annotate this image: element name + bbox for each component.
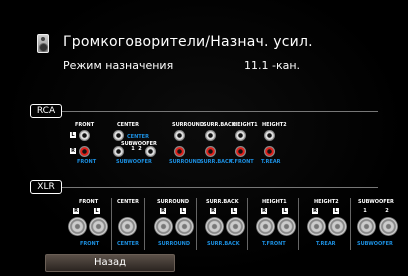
rca-divider <box>62 111 378 112</box>
xlr-divider <box>62 187 378 188</box>
rca-header-surrback: SURR.BACK <box>203 122 236 128</box>
xlr-label-surrback: SURR.BACK <box>207 241 240 247</box>
page-title: Громкоговорители/Назнач. усил. <box>63 34 313 50</box>
xlr-header-height1: HEIGHT1 <box>262 199 287 205</box>
rca-subwoofer2-jack <box>145 146 156 157</box>
rca-label-trear: T.REAR <box>261 159 281 165</box>
xlr-front-l-badge: L <box>94 208 100 214</box>
rca-header-height2: HEIGHT2 <box>262 122 287 128</box>
xlr-front-r-badge: R <box>73 208 79 214</box>
xlr-height2-r-badge: R <box>312 208 318 214</box>
rca-surround-r-jack <box>174 146 185 157</box>
xlr-height1-r-badge: R <box>261 208 267 214</box>
xlr-height1-r-jack <box>256 217 275 236</box>
xlr-header-surrback: SURR.BACK <box>206 199 239 205</box>
rca-front-l-jack <box>79 130 90 141</box>
xlr-height2-r-jack <box>307 217 326 236</box>
speaker-icon <box>37 34 49 53</box>
xlr-subwoofer2-jack <box>379 217 398 236</box>
xlr-surround-r-jack <box>154 217 173 236</box>
rca-header-center: CENTER <box>117 122 139 128</box>
rca-sw2-badge: 2 <box>138 146 142 152</box>
xlr-subwoofer1-jack <box>357 217 376 236</box>
rca-surround-l-jack <box>174 130 185 141</box>
rca-height2-r-jack <box>264 146 275 157</box>
rca-height1-l-jack <box>235 130 246 141</box>
rca-tag: RCA <box>30 104 62 118</box>
xlr-header-front: FRONT <box>79 199 99 205</box>
rca-label-center: CENTER <box>127 134 149 140</box>
rca-label-surround: SURROUND <box>169 159 202 165</box>
rca-header-front: FRONT <box>75 122 95 128</box>
xlr-label-tfront: T.FRONT <box>262 241 286 247</box>
xlr-height1-l-jack <box>277 217 296 236</box>
xlr-separator <box>350 198 351 250</box>
xlr-separator <box>298 198 299 250</box>
xlr-height1-l-badge: L <box>282 208 288 214</box>
xlr-front-r-jack <box>68 217 87 236</box>
xlr-label-subwoofer: SUBWOOFER <box>357 241 393 247</box>
xlr-header-height2: HEIGHT2 <box>314 199 339 205</box>
xlr-label-front: FRONT <box>80 241 100 247</box>
rca-label-subwoofer: SUBWOOFER <box>116 159 152 165</box>
rca-center-jack <box>113 130 124 141</box>
rca-height2-l-jack <box>264 130 275 141</box>
back-button[interactable]: Назад <box>45 254 175 272</box>
rca-label-tfront: T.FRONT <box>230 159 254 165</box>
xlr-label-center: CENTER <box>117 241 139 247</box>
rca-sw1-badge: 1 <box>131 146 135 152</box>
rca-subwoofer1-jack <box>113 146 124 157</box>
rca-front-r-jack <box>79 146 90 157</box>
setup-screen: Громкоговорители/Назнач. усил. Режим наз… <box>0 0 408 276</box>
xlr-surround-l-badge: L <box>180 208 186 214</box>
xlr-surround-r-badge: R <box>160 208 166 214</box>
xlr-separator <box>111 198 112 250</box>
xlr-surround-l-jack <box>175 217 194 236</box>
assign-mode-value[interactable]: 11.1 -кан. <box>244 59 300 72</box>
xlr-separator <box>247 198 248 250</box>
xlr-surrback-l-jack <box>226 217 245 236</box>
xlr-header-center: CENTER <box>117 199 139 205</box>
xlr-label-trear: T.REAR <box>316 241 336 247</box>
xlr-separator <box>144 198 145 250</box>
xlr-surrback-r-badge: R <box>210 208 216 214</box>
xlr-surrback-l-badge: L <box>231 208 237 214</box>
rca-surrback-l-jack <box>205 130 216 141</box>
rca-height1-r-jack <box>235 146 246 157</box>
xlr-label-surround: SURROUND <box>158 241 191 247</box>
rca-header-height1: HEIGHT1 <box>233 122 258 128</box>
xlr-separator <box>196 198 197 250</box>
rca-front-l-badge: L <box>70 132 76 138</box>
xlr-surrback-r-jack <box>205 217 224 236</box>
xlr-header-subwoofer: SUBWOOFER <box>358 199 394 205</box>
rca-surrback-r-jack <box>205 146 216 157</box>
xlr-height2-l-badge: L <box>333 208 339 214</box>
assign-mode-label: Режим назначения <box>63 59 174 72</box>
xlr-front-l-jack <box>89 217 108 236</box>
xlr-header-surround: SURROUND <box>157 199 190 205</box>
xlr-sw2-badge: 2 <box>385 208 389 214</box>
rca-front-r-badge: R <box>70 148 76 154</box>
xlr-center-jack <box>118 217 137 236</box>
xlr-tag: XLR <box>30 180 62 194</box>
rca-label-surrback: SURR.BACK <box>200 159 233 165</box>
xlr-sw1-badge: 1 <box>363 208 367 214</box>
rca-header-surround: SURROUND <box>172 122 205 128</box>
rca-label-front: FRONT <box>77 159 97 165</box>
xlr-height2-l-jack <box>328 217 347 236</box>
